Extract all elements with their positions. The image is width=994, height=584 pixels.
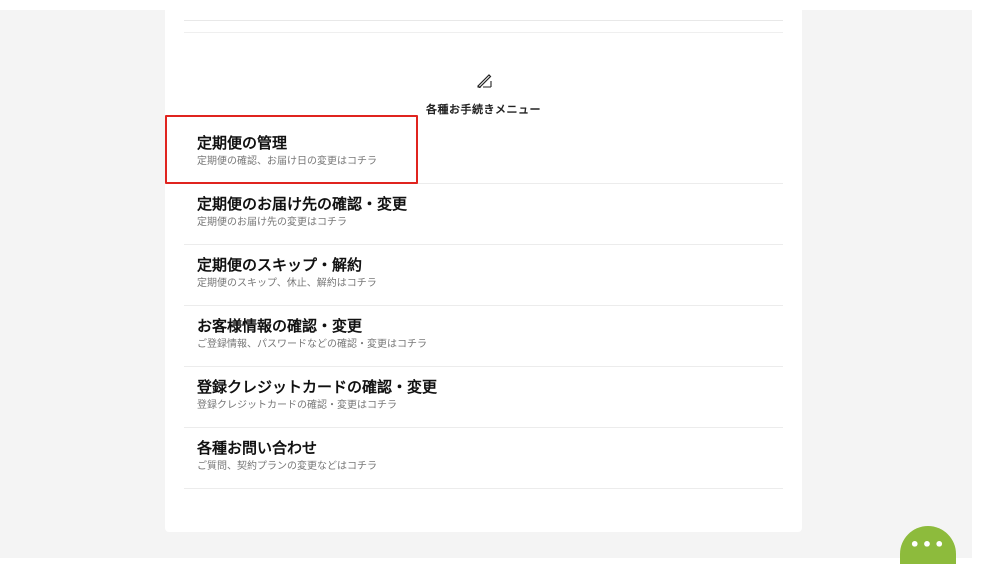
menu-item-inquiries[interactable]: 各種お問い合わせ ご質問、契約プランの変更などはコチラ — [184, 428, 783, 489]
menu-card: 各種お手続きメニュー 定期便の管理 定期便の確認、お届け日の変更はコチラ 定期便… — [165, 10, 802, 532]
menu-item-description: 定期便の確認、お届け日の変更はコチラ — [197, 156, 377, 167]
bottom-strip — [0, 558, 994, 584]
menu-item-description: 定期便のスキップ、休止、解約はコチラ — [197, 278, 377, 289]
menu-item-description: 定期便のお届け先の変更はコチラ — [197, 217, 347, 228]
menu-item-title: お客様情報の確認・変更 — [197, 317, 363, 335]
viewport: 各種お手続きメニュー 定期便の管理 定期便の確認、お届け日の変更はコチラ 定期便… — [0, 0, 994, 584]
menu-item-subscription-management[interactable]: 定期便の管理 定期便の確認、お届け日の変更はコチラ — [184, 123, 783, 184]
menu-item-title: 定期便の管理 — [197, 134, 288, 152]
chat-more-icon: ••• — [909, 535, 947, 554]
menu-item-description: ご登録情報、パスワードなどの確認・変更はコチラ — [197, 339, 427, 350]
previous-section-divider — [184, 10, 783, 21]
menu-item-title: 定期便のお届け先の確認・変更 — [197, 195, 408, 213]
pencil-writing-icon — [165, 70, 802, 90]
menu-item-title: 登録クレジットカードの確認・変更 — [197, 378, 438, 396]
menu-item-title: 各種お問い合わせ — [197, 439, 318, 457]
menu-heading: 各種お手続きメニュー — [426, 103, 541, 116]
menu-item-credit-card[interactable]: 登録クレジットカードの確認・変更 登録クレジットカードの確認・変更はコチラ — [184, 367, 783, 428]
menu-item-delivery-address[interactable]: 定期便のお届け先の確認・変更 定期便のお届け先の変更はコチラ — [184, 184, 783, 245]
section-divider — [184, 32, 783, 33]
menu-item-skip-cancel[interactable]: 定期便のスキップ・解約 定期便のスキップ、休止、解約はコチラ — [184, 245, 783, 306]
menu-item-title: 定期便のスキップ・解約 — [197, 256, 363, 274]
menu-item-customer-info[interactable]: お客様情報の確認・変更 ご登録情報、パスワードなどの確認・変更はコチラ — [184, 306, 783, 367]
procedure-menu-list: 定期便の管理 定期便の確認、お届け日の変更はコチラ 定期便のお届け先の確認・変更… — [184, 123, 783, 489]
menu-item-description: 登録クレジットカードの確認・変更はコチラ — [197, 400, 397, 411]
menu-item-description: ご質問、契約プランの変更などはコチラ — [197, 461, 377, 472]
